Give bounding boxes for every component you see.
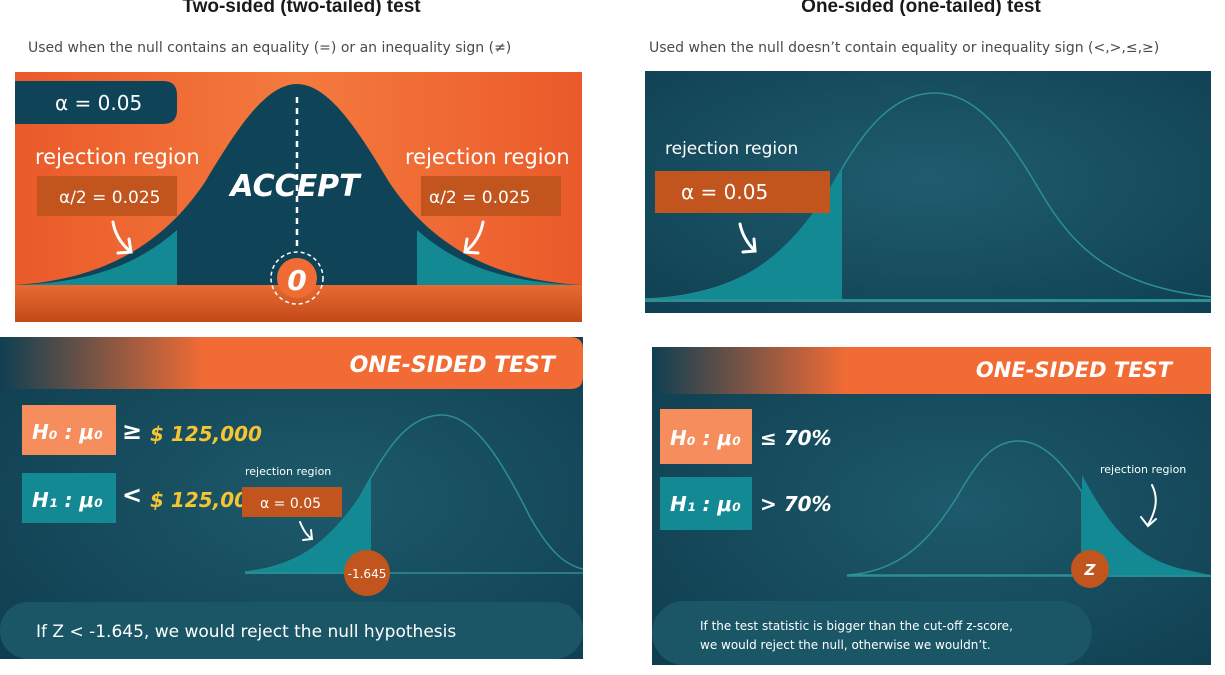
alpha-half-right-label: α/2 = 0.025: [429, 188, 530, 208]
h0-label: H₀ : μ₀: [32, 420, 103, 444]
footer-text: If Z < -1.645, we would reject the null …: [36, 622, 456, 642]
h0-value: ≤ 70%: [760, 426, 832, 450]
one-sided-distribution-panel: rejection region α = 0.05: [645, 71, 1211, 313]
rejection-label: rejection region: [245, 465, 331, 478]
rejection-label-right: rejection region: [405, 145, 570, 169]
h0-label: H₀ : μ₀: [670, 426, 741, 450]
one-sided-test-percent-panel: ONE-SIDED TEST H₀ : μ₀ H₁ : μ₀ ≤ 70% > 7…: [652, 347, 1211, 665]
two-sided-title: Two-sided (two-tailed) test: [182, 0, 421, 17]
critical-value: -1.645: [348, 567, 387, 581]
one-sided-title: One-sided (one-tailed) test: [801, 0, 1041, 17]
alpha-label: α = 0.05: [681, 180, 768, 204]
rejection-label: rejection region: [1100, 463, 1186, 476]
zero-label: 0: [287, 264, 306, 297]
alpha-label: α = 0.05: [55, 91, 142, 115]
banner-title: ONE-SIDED TEST: [976, 358, 1174, 382]
two-sided-subtitle: Used when the null contains an equality …: [28, 40, 512, 56]
h0-value: $ 125,000: [150, 422, 262, 446]
h1-label: H₁ : μ₀: [670, 492, 741, 516]
footer-pill: [652, 601, 1092, 665]
alpha-half-left-label: α/2 = 0.025: [59, 188, 160, 208]
banner-title: ONE-SIDED TEST: [350, 353, 557, 378]
one-sided-subtitle: Used when the null doesn’t contain equal…: [649, 40, 1160, 56]
h1-label: H₁ : μ₀: [32, 488, 103, 512]
h1-value: > 70%: [760, 492, 832, 516]
h0-sign: ≥: [122, 417, 142, 445]
footer-line-1: If the test statistic is bigger than the…: [700, 619, 1013, 633]
h1-sign: <: [122, 481, 142, 509]
one-sided-test-income-panel: ONE-SIDED TEST H₀ : μ₀ H₁ : μ₀ ≥ < $ 125…: [0, 337, 583, 659]
rejection-label-left: rejection region: [35, 145, 200, 169]
rejection-label: rejection region: [665, 139, 798, 159]
footer-line-2: we would reject the null, otherwise we w…: [700, 638, 991, 652]
z-label: Z: [1084, 561, 1097, 579]
alpha-label: α = 0.05: [260, 496, 321, 512]
two-sided-distribution-panel: α = 0.05 rejection region rejection regi…: [15, 72, 582, 322]
accept-label: ACCEPT: [228, 169, 362, 204]
